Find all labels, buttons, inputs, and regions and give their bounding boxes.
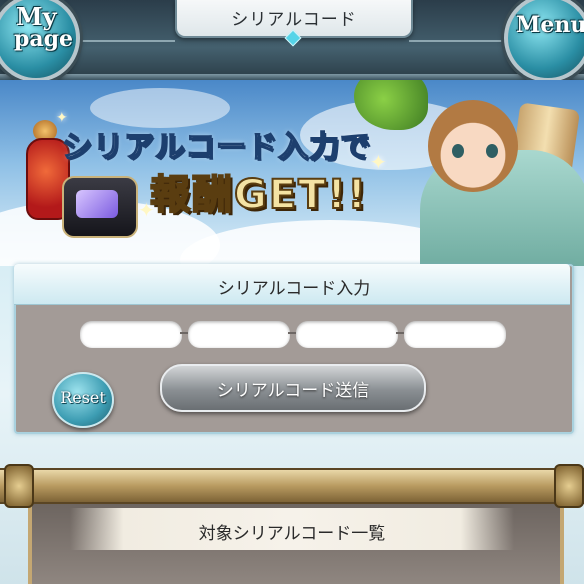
reset-button[interactable]: Reset — [52, 372, 114, 428]
scroll-knob-right — [554, 464, 584, 508]
serial-code-field-4[interactable] — [404, 321, 506, 348]
serial-campaign-banner: シリアルコード入力で 報酬GET!! ✦ ✦ ✦ — [0, 80, 584, 266]
sparkle-icon: ✦ — [370, 150, 387, 174]
page-title: シリアルコード — [231, 10, 357, 30]
serial-list-title: 対象シリアルコード一覧 — [198, 524, 386, 544]
submit-serial-label: シリアルコード送信 — [216, 381, 370, 401]
field-separator — [288, 332, 296, 334]
sparkle-icon: ✦ — [56, 110, 68, 126]
reset-label: Reset — [60, 388, 106, 407]
mypage-label-line2: page — [14, 26, 74, 52]
header-ornament-right — [409, 40, 504, 42]
serial-code-field-2[interactable] — [188, 321, 290, 348]
character-eye — [452, 144, 464, 158]
crystal-image — [76, 190, 118, 218]
serial-code-field-3[interactable] — [296, 321, 398, 348]
serial-panel-title: シリアルコード入力 — [217, 279, 371, 299]
banner-reward-text: 報酬GET!! — [149, 171, 368, 219]
field-separator — [180, 332, 188, 334]
character-head-image — [428, 100, 518, 192]
scroll-rod — [0, 468, 584, 504]
header-ornament-left — [80, 40, 175, 42]
character-eye — [486, 144, 498, 158]
banner-headline: シリアルコード入力で — [61, 129, 372, 166]
menu-label: Menu — [516, 12, 584, 38]
scroll-knob-left — [4, 464, 34, 508]
sparkle-icon: ✦ — [138, 198, 155, 222]
serial-code-field-1[interactable] — [80, 321, 182, 348]
submit-serial-button[interactable]: シリアルコード送信 — [160, 364, 426, 412]
field-separator — [396, 332, 404, 334]
